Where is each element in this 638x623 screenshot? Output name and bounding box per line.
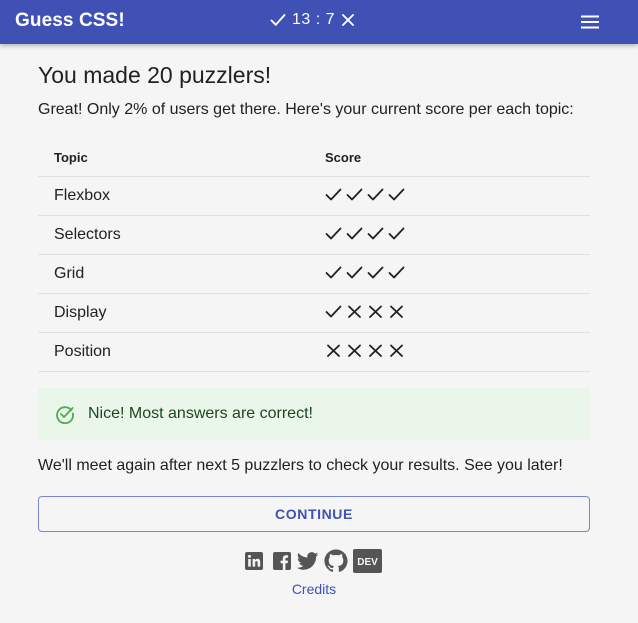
score-cell <box>309 176 590 216</box>
twitter-icon <box>297 551 319 570</box>
app-bar: Guess CSS! 13 : 7 <box>0 0 638 44</box>
dev-icon: DEV <box>353 548 382 573</box>
score-cell <box>309 293 590 333</box>
dev-link[interactable]: DEV <box>353 548 382 573</box>
success-alert: Nice! Most answers are correct! <box>38 388 590 440</box>
cross-icon <box>348 305 361 318</box>
linkedin-icon <box>245 551 263 570</box>
cross-icon <box>348 344 361 357</box>
facebook-link[interactable] <box>272 551 292 571</box>
cross-icon <box>369 305 382 318</box>
alert-message: Nice! Most answers are correct! <box>88 405 313 422</box>
score-marks <box>325 185 574 203</box>
topic-cell: Position <box>38 332 309 372</box>
score-marks <box>325 263 574 281</box>
check-circle-icon <box>56 406 74 424</box>
check-icon <box>346 227 363 239</box>
score-counter: 13 : 7 <box>270 10 355 30</box>
twitter-link[interactable] <box>297 551 319 571</box>
check-icon <box>325 266 342 278</box>
menu-button[interactable] <box>578 10 602 34</box>
cross-icon <box>327 344 340 357</box>
column-header-topic: Topic <box>38 138 309 177</box>
score-marks <box>325 302 574 320</box>
facebook-icon <box>273 551 291 570</box>
check-icon <box>325 305 342 317</box>
next-round-message: We'll meet again after next 5 puzzlers t… <box>38 457 563 474</box>
cross-icon <box>390 305 403 318</box>
table-row: Position <box>38 332 590 372</box>
social-links: DEV <box>244 548 382 573</box>
subtitle: Great! Only 2% of users get there. Here'… <box>38 101 574 118</box>
github-icon <box>324 549 348 572</box>
check-icon <box>325 188 342 200</box>
check-icon <box>346 188 363 200</box>
hamburger-menu-icon <box>581 15 599 29</box>
credits-link[interactable]: Credits <box>38 581 590 597</box>
check-icon <box>367 266 384 278</box>
check-icon <box>325 227 342 239</box>
score-marks <box>325 341 574 359</box>
score-cell <box>309 215 590 255</box>
topic-cell: Selectors <box>38 215 309 255</box>
cross-icon <box>390 344 403 357</box>
check-icon <box>388 266 405 278</box>
table-header-row: Topic Score <box>38 138 590 177</box>
check-icon <box>367 188 384 200</box>
continue-button[interactable]: CONTINUE <box>38 496 590 532</box>
dev-icon-label: DEV <box>357 557 378 568</box>
github-link[interactable] <box>324 549 348 573</box>
app-title[interactable]: Guess CSS! <box>15 10 125 32</box>
table-row: Grid <box>38 254 590 294</box>
topic-cell: Display <box>38 293 309 333</box>
column-header-score: Score <box>309 138 590 177</box>
check-icon <box>270 14 286 26</box>
table-row: Flexbox <box>38 176 590 216</box>
score-text: 13 : 7 <box>292 11 336 28</box>
score-cell <box>309 254 590 294</box>
linkedin-link[interactable] <box>244 551 264 571</box>
cross-icon <box>369 344 382 357</box>
score-marks <box>325 224 574 242</box>
check-icon <box>388 188 405 200</box>
table-row: Selectors <box>38 215 590 255</box>
topic-score-table: Topic Score Flexbox Selectors Grid Display P… <box>38 138 590 372</box>
topic-cell: Grid <box>38 254 309 294</box>
check-icon <box>367 227 384 239</box>
check-icon <box>346 266 363 278</box>
page-title: You made 20 puzzlers! <box>38 62 272 88</box>
table-row: Display <box>38 293 590 333</box>
score-cell <box>309 332 590 372</box>
check-icon <box>388 227 405 239</box>
topic-cell: Flexbox <box>38 176 309 216</box>
cross-icon <box>342 14 354 26</box>
